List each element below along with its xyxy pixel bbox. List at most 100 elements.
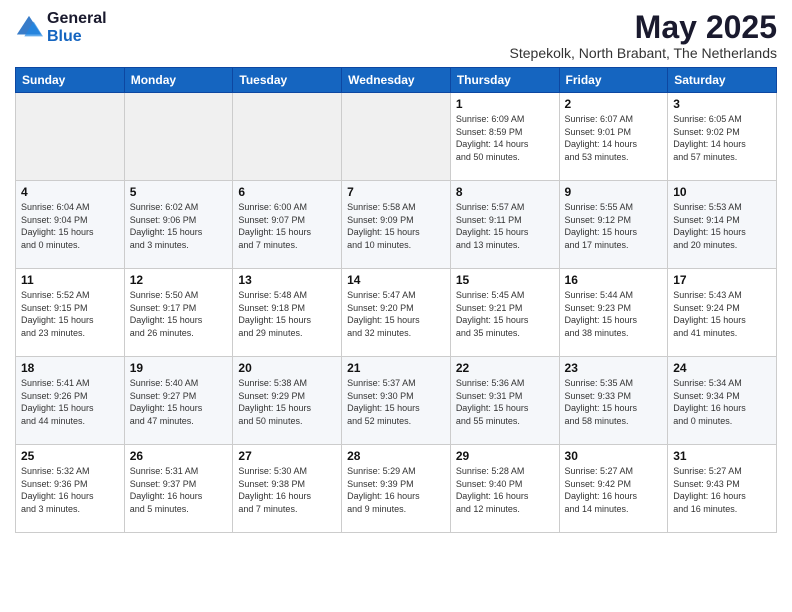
day-cell: 23 Sunrise: 5:35 AM Sunset: 9:33 PM Dayli… bbox=[559, 357, 668, 445]
week-row-3: 11Sunrise: 5:52 AM Sunset: 9:15 PM Dayli… bbox=[16, 269, 777, 357]
day-info: Sunrise: 5:43 AM Sunset: 9:24 PM Dayligh… bbox=[673, 289, 771, 339]
day-info: Sunrise: 5:50 AM Sunset: 9:17 PM Dayligh… bbox=[130, 289, 228, 339]
day-cell: 16Sunrise: 5:44 AM Sunset: 9:23 PM Dayli… bbox=[559, 269, 668, 357]
day-cell: 4 Sunrise: 6:04 AM Sunset: 9:04 PM Daylig… bbox=[16, 181, 125, 269]
day-info: Sunrise: 5:40 AM Sunset: 9:27 PM Dayligh… bbox=[130, 377, 228, 427]
day-number: 8 bbox=[456, 185, 554, 199]
calendar-body: 1 Sunrise: 6:09 AM Sunset: 8:59 PM Daylig… bbox=[16, 93, 777, 533]
day-info: Sunrise: 5:27 AM Sunset: 9:42 PM Dayligh… bbox=[565, 465, 663, 515]
day-number: 25 bbox=[21, 449, 119, 463]
day-cell: 21 Sunrise: 5:37 AM Sunset: 9:30 PM Dayli… bbox=[342, 357, 451, 445]
day-number: 22 bbox=[456, 361, 554, 375]
day-cell: 2Sunrise: 6:07 AM Sunset: 9:01 PM Daylig… bbox=[559, 93, 668, 181]
day-cell: 10Sunrise: 5:53 AM Sunset: 9:14 PM Dayli… bbox=[668, 181, 777, 269]
day-number: 29 bbox=[456, 449, 554, 463]
day-number: 19 bbox=[130, 361, 228, 375]
day-info: Sunrise: 5:27 AM Sunset: 9:43 PM Dayligh… bbox=[673, 465, 771, 515]
day-number: 23 bbox=[565, 361, 663, 375]
day-number: 20 bbox=[238, 361, 336, 375]
month-title: May 2025 bbox=[510, 10, 777, 45]
day-number: 31 bbox=[673, 449, 771, 463]
day-cell: 27 Sunrise: 5:30 AM Sunset: 9:38 PM Dayli… bbox=[233, 445, 342, 533]
day-cell: 15 Sunrise: 5:45 AM Sunset: 9:21 PM Dayli… bbox=[450, 269, 559, 357]
day-info: Sunrise: 6:02 AM Sunset: 9:06 PM Dayligh… bbox=[130, 201, 228, 251]
logo-icon bbox=[15, 14, 43, 42]
day-cell: 26 Sunrise: 5:31 AM Sunset: 9:37 PM Dayli… bbox=[124, 445, 233, 533]
header-thursday: Thursday bbox=[450, 68, 559, 93]
header-sunday: Sunday bbox=[16, 68, 125, 93]
day-number: 18 bbox=[21, 361, 119, 375]
day-number: 12 bbox=[130, 273, 228, 287]
day-number: 26 bbox=[130, 449, 228, 463]
day-cell: 7 Sunrise: 5:58 AM Sunset: 9:09 PM Daylig… bbox=[342, 181, 451, 269]
week-row-1: 1 Sunrise: 6:09 AM Sunset: 8:59 PM Daylig… bbox=[16, 93, 777, 181]
day-cell: 29 Sunrise: 5:28 AM Sunset: 9:40 PM Dayli… bbox=[450, 445, 559, 533]
day-number: 24 bbox=[673, 361, 771, 375]
day-info: Sunrise: 5:36 AM Sunset: 9:31 PM Dayligh… bbox=[456, 377, 554, 427]
day-info: Sunrise: 5:41 AM Sunset: 9:26 PM Dayligh… bbox=[21, 377, 119, 427]
day-number: 15 bbox=[456, 273, 554, 287]
day-info: Sunrise: 6:00 AM Sunset: 9:07 PM Dayligh… bbox=[238, 201, 336, 251]
day-cell: 18 Sunrise: 5:41 AM Sunset: 9:26 PM Dayli… bbox=[16, 357, 125, 445]
day-cell: 9Sunrise: 5:55 AM Sunset: 9:12 PM Daylig… bbox=[559, 181, 668, 269]
day-info: Sunrise: 6:05 AM Sunset: 9:02 PM Dayligh… bbox=[673, 113, 771, 163]
day-number: 5 bbox=[130, 185, 228, 199]
day-cell: 20Sunrise: 5:38 AM Sunset: 9:29 PM Dayli… bbox=[233, 357, 342, 445]
logo-text: General Blue bbox=[47, 10, 107, 45]
day-number: 21 bbox=[347, 361, 445, 375]
day-cell: 5 Sunrise: 6:02 AM Sunset: 9:06 PM Daylig… bbox=[124, 181, 233, 269]
day-number: 28 bbox=[347, 449, 445, 463]
calendar-header: Sunday Monday Tuesday Wednesday Thursday… bbox=[16, 68, 777, 93]
day-number: 4 bbox=[21, 185, 119, 199]
header-tuesday: Tuesday bbox=[233, 68, 342, 93]
day-number: 27 bbox=[238, 449, 336, 463]
day-info: Sunrise: 5:45 AM Sunset: 9:21 PM Dayligh… bbox=[456, 289, 554, 339]
day-info: Sunrise: 6:09 AM Sunset: 8:59 PM Dayligh… bbox=[456, 113, 554, 163]
day-number: 1 bbox=[456, 97, 554, 111]
day-info: Sunrise: 5:48 AM Sunset: 9:18 PM Dayligh… bbox=[238, 289, 336, 339]
day-cell: 17 Sunrise: 5:43 AM Sunset: 9:24 PM Dayli… bbox=[668, 269, 777, 357]
location-subtitle: Stepekolk, North Brabant, The Netherland… bbox=[510, 45, 777, 61]
day-cell: 13 Sunrise: 5:48 AM Sunset: 9:18 PM Dayli… bbox=[233, 269, 342, 357]
day-number: 13 bbox=[238, 273, 336, 287]
day-info: Sunrise: 5:29 AM Sunset: 9:39 PM Dayligh… bbox=[347, 465, 445, 515]
week-row-4: 18 Sunrise: 5:41 AM Sunset: 9:26 PM Dayli… bbox=[16, 357, 777, 445]
day-cell: 1 Sunrise: 6:09 AM Sunset: 8:59 PM Daylig… bbox=[450, 93, 559, 181]
header-row: Sunday Monday Tuesday Wednesday Thursday… bbox=[16, 68, 777, 93]
day-number: 2 bbox=[565, 97, 663, 111]
day-info: Sunrise: 5:37 AM Sunset: 9:30 PM Dayligh… bbox=[347, 377, 445, 427]
day-cell: 24 Sunrise: 5:34 AM Sunset: 9:34 PM Dayli… bbox=[668, 357, 777, 445]
day-cell: 3 Sunrise: 6:05 AM Sunset: 9:02 PM Daylig… bbox=[668, 93, 777, 181]
logo-blue: Blue bbox=[47, 28, 107, 46]
header-wednesday: Wednesday bbox=[342, 68, 451, 93]
header-friday: Friday bbox=[559, 68, 668, 93]
day-number: 3 bbox=[673, 97, 771, 111]
day-info: Sunrise: 6:04 AM Sunset: 9:04 PM Dayligh… bbox=[21, 201, 119, 251]
header-saturday: Saturday bbox=[668, 68, 777, 93]
week-row-5: 25Sunrise: 5:32 AM Sunset: 9:36 PM Dayli… bbox=[16, 445, 777, 533]
day-cell bbox=[233, 93, 342, 181]
day-cell bbox=[16, 93, 125, 181]
day-info: Sunrise: 5:28 AM Sunset: 9:40 PM Dayligh… bbox=[456, 465, 554, 515]
day-cell: 14Sunrise: 5:47 AM Sunset: 9:20 PM Dayli… bbox=[342, 269, 451, 357]
day-info: Sunrise: 5:58 AM Sunset: 9:09 PM Dayligh… bbox=[347, 201, 445, 251]
logo: General Blue bbox=[15, 10, 107, 45]
day-cell: 6 Sunrise: 6:00 AM Sunset: 9:07 PM Daylig… bbox=[233, 181, 342, 269]
day-cell: 8Sunrise: 5:57 AM Sunset: 9:11 PM Daylig… bbox=[450, 181, 559, 269]
day-number: 17 bbox=[673, 273, 771, 287]
header-monday: Monday bbox=[124, 68, 233, 93]
day-cell: 31 Sunrise: 5:27 AM Sunset: 9:43 PM Dayli… bbox=[668, 445, 777, 533]
day-info: Sunrise: 5:35 AM Sunset: 9:33 PM Dayligh… bbox=[565, 377, 663, 427]
day-info: Sunrise: 5:31 AM Sunset: 9:37 PM Dayligh… bbox=[130, 465, 228, 515]
day-number: 6 bbox=[238, 185, 336, 199]
day-cell: 11Sunrise: 5:52 AM Sunset: 9:15 PM Dayli… bbox=[16, 269, 125, 357]
day-cell: 12 Sunrise: 5:50 AM Sunset: 9:17 PM Dayli… bbox=[124, 269, 233, 357]
day-number: 7 bbox=[347, 185, 445, 199]
day-number: 30 bbox=[565, 449, 663, 463]
day-info: Sunrise: 5:34 AM Sunset: 9:34 PM Dayligh… bbox=[673, 377, 771, 427]
day-info: Sunrise: 5:47 AM Sunset: 9:20 PM Dayligh… bbox=[347, 289, 445, 339]
day-cell: 28 Sunrise: 5:29 AM Sunset: 9:39 PM Dayli… bbox=[342, 445, 451, 533]
day-info: Sunrise: 5:44 AM Sunset: 9:23 PM Dayligh… bbox=[565, 289, 663, 339]
day-info: Sunrise: 5:30 AM Sunset: 9:38 PM Dayligh… bbox=[238, 465, 336, 515]
calendar-table: Sunday Monday Tuesday Wednesday Thursday… bbox=[15, 67, 777, 533]
